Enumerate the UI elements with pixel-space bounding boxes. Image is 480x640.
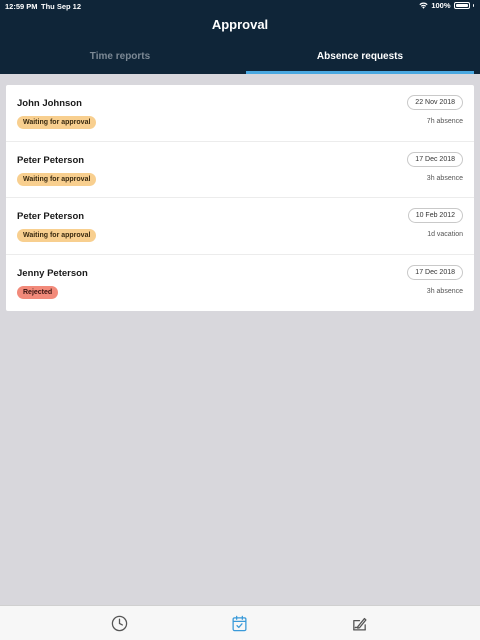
absence-detail: 7h absence — [426, 118, 463, 125]
absence-detail: 3h absence — [426, 287, 463, 295]
battery-icon — [453, 2, 470, 9]
nav-absence-button[interactable] — [231, 615, 248, 632]
absence-detail: 1d vacation — [427, 231, 463, 238]
date-badge: 10 Feb 2012 — [407, 208, 463, 223]
calendar-check-icon — [232, 615, 247, 632]
clock-icon — [111, 615, 128, 632]
wifi-icon — [419, 2, 428, 9]
status-bar: 12:59 PM Thu Sep 12 100% — [0, 0, 480, 12]
tab-bar: Time reports Absence requests — [0, 44, 480, 74]
employee-name: John Johnson — [17, 98, 82, 109]
nav-approval-button[interactable] — [351, 615, 368, 632]
bottom-nav — [0, 605, 480, 640]
status-badge: Waiting for approval — [17, 116, 97, 129]
status-badge: Waiting for approval — [17, 229, 97, 242]
status-time: 12:59 PM — [5, 2, 38, 11]
battery-percent: 100% — [431, 1, 451, 10]
list-item[interactable]: Peter Peterson Waiting for approval 10 F… — [6, 198, 474, 255]
request-list: John Johnson Waiting for approval 22 Nov… — [6, 85, 474, 311]
status-indicators: 100% — [419, 1, 474, 10]
status-badge: Rejected — [17, 285, 59, 299]
date-badge: 22 Nov 2018 — [407, 95, 463, 110]
active-tab-indicator — [246, 71, 474, 74]
nav-time-button[interactable] — [111, 615, 128, 632]
employee-name: Peter Peterson — [17, 211, 85, 222]
page-title: Approval — [211, 17, 269, 32]
absence-detail: 3h absence — [426, 174, 463, 182]
employee-name: Peter Peterson — [17, 154, 85, 166]
status-badge: Waiting for approval — [17, 172, 97, 186]
list-item[interactable]: Peter Peterson Waiting for approval 17 D… — [6, 142, 474, 198]
status-date: Thu Sep 12 — [41, 2, 82, 11]
date-badge: 17 Dec 2018 — [407, 264, 463, 280]
date-badge: 17 Dec 2018 — [407, 151, 463, 167]
employee-name: Jenny Peterson — [17, 267, 88, 279]
list-item[interactable]: John Johnson Waiting for approval 22 Nov… — [6, 85, 474, 142]
app-header: 12:59 PM Thu Sep 12 100% Approval Time r… — [0, 0, 480, 74]
list-item[interactable]: Jenny Peterson Rejected 17 Dec 2018 3h a… — [6, 255, 474, 312]
tab-absence-requests[interactable]: Absence requests — [246, 44, 474, 74]
sign-document-icon — [353, 617, 367, 631]
tab-time-reports[interactable]: Time reports — [6, 44, 234, 74]
battery-tip — [472, 4, 474, 7]
